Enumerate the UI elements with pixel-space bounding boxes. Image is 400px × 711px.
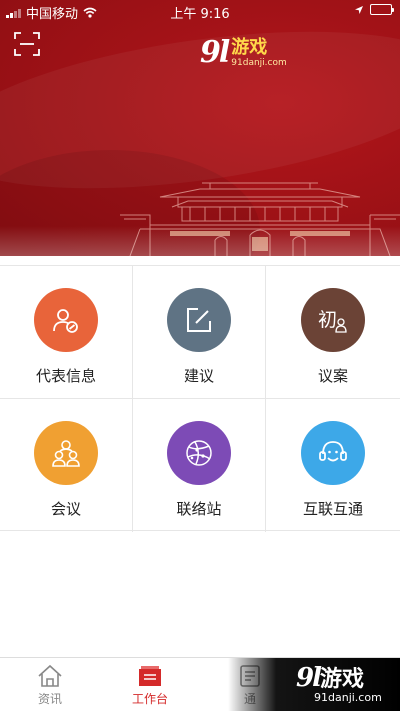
location-arrow-icon — [355, 5, 363, 14]
site-watermark: 9l游戏 91danji.com — [228, 658, 400, 711]
grid-item-label: 议案 — [317, 367, 348, 385]
grid-item-label: 会议 — [50, 500, 81, 518]
headset-support-icon — [319, 441, 347, 462]
grid-item-label: 互联互通 — [302, 500, 363, 518]
scan-icon[interactable] — [14, 32, 40, 56]
meeting-people-icon — [52, 440, 80, 467]
status-time: 上午 9:16 — [170, 7, 230, 22]
brand-logo: 9l 游戏 91danji.com — [200, 35, 287, 70]
tab-label: 资讯 — [37, 692, 62, 706]
grid-item-representative-info[interactable]: 代表信息 — [0, 266, 133, 399]
grid-item-interconnect[interactable]: 互联互通 — [266, 399, 400, 532]
grid-item-label: 联络站 — [176, 500, 222, 518]
tab-workbench[interactable]: 工作台 — [100, 658, 200, 711]
tab-news[interactable]: 资讯 — [0, 658, 100, 711]
app-screen: 中国移动 上午 9:16 9l 游戏 91danji.com 代表信息 建议 初… — [0, 0, 400, 711]
grid-item-label: 代表信息 — [35, 367, 96, 385]
grid-item-label: 建议 — [183, 367, 214, 385]
feature-grid: 代表信息 建议 初 议案 会议 联络站 互联互通 — [0, 265, 400, 532]
home-icon — [38, 664, 62, 687]
grid-item-suggestion[interactable]: 建议 — [133, 266, 266, 399]
representative-person-icon — [53, 309, 78, 333]
status-bar: 中国移动 上午 9:16 — [0, 0, 400, 22]
proposal-chu-icon: 初 — [318, 309, 347, 333]
battery-icon — [370, 4, 394, 15]
grid-item-liaison-station[interactable]: 联络站 — [133, 399, 266, 532]
svg-text:初: 初 — [318, 309, 337, 331]
grid-item-meeting[interactable]: 会议 — [0, 399, 133, 532]
workbench-folder-icon — [139, 666, 161, 686]
edit-pen-icon — [187, 308, 211, 332]
grid-item-proposal[interactable]: 初 议案 — [266, 266, 400, 399]
network-globe-icon — [186, 440, 212, 466]
tab-label: 工作台 — [131, 692, 168, 706]
header-banner: 中国移动 上午 9:16 9l 游戏 91danji.com — [0, 0, 400, 256]
